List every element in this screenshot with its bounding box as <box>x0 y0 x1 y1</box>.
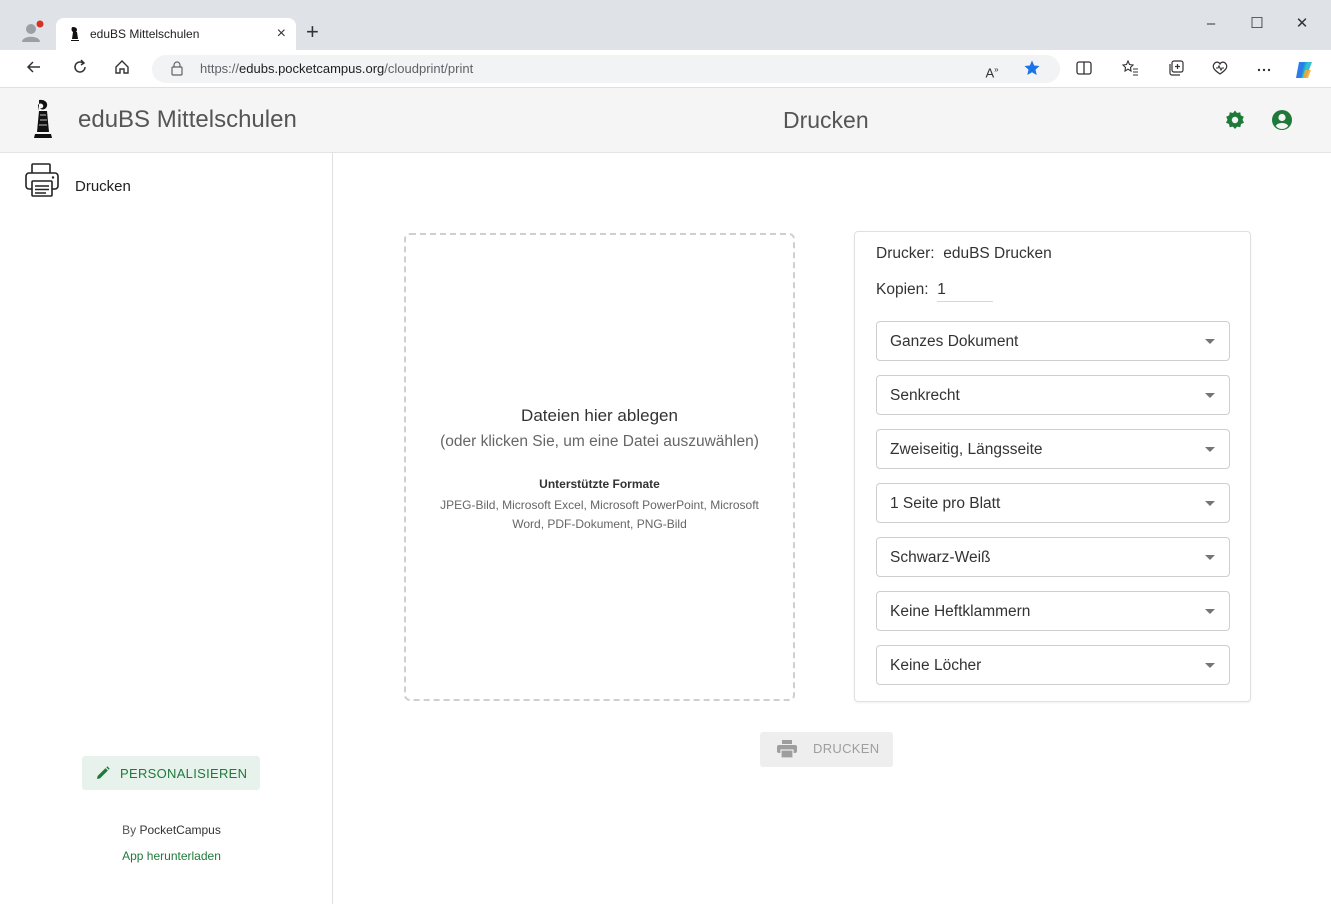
back-arrow-icon[interactable] <box>22 58 46 80</box>
collections-icon[interactable] <box>1164 59 1188 81</box>
profile-icon[interactable] <box>20 20 46 46</box>
printer-label: Drucker: <box>876 245 935 262</box>
pencil-icon <box>96 766 110 780</box>
page-title: Drucken <box>783 107 869 133</box>
select-value: 1 Seite pro Blatt <box>890 495 1001 512</box>
close-window-button[interactable]: ✕ <box>1287 14 1317 34</box>
supported-formats-list: JPEG-Bild, Microsoft Excel, Microsoft Po… <box>440 498 759 531</box>
punch-select[interactable]: Keine Löcher <box>876 645 1230 685</box>
tab-title: eduBS Mittelschulen <box>90 27 200 41</box>
maximize-button[interactable]: ☐ <box>1242 14 1272 34</box>
more-menu-icon[interactable] <box>1252 59 1276 81</box>
printer-value[interactable]: eduBS Drucken <box>943 245 1052 262</box>
tab-close-icon[interactable]: × <box>277 24 286 44</box>
print-button-label: DRUCKEN <box>813 741 880 756</box>
settings-gear-icon[interactable] <box>1224 109 1246 131</box>
browser-essentials-icon[interactable] <box>1208 59 1232 81</box>
sidebar-item-drucken[interactable]: Drucken <box>20 161 320 201</box>
supported-formats-heading: Unterstützte Formate <box>539 477 660 491</box>
browser-tab[interactable]: eduBS Mittelschulen × <box>56 18 296 50</box>
personalize-button[interactable]: PERSONALISIEREN <box>82 756 260 790</box>
print-settings-card: Drucker: eduBS Drucken Kopien: 1 Ganzes … <box>854 231 1251 702</box>
new-tab-button[interactable]: + <box>306 20 319 44</box>
by-pocketcampus: By PocketCampus <box>0 823 343 837</box>
copies-input[interactable]: 1 <box>937 281 994 302</box>
print-button[interactable]: DRUCKEN <box>760 732 893 767</box>
copies-label: Kopien: <box>876 281 929 298</box>
site-info-icon[interactable] <box>170 61 184 77</box>
pages-per-sheet-select[interactable]: 1 Seite pro Blatt <box>876 483 1230 523</box>
caret-down-icon <box>1205 447 1215 452</box>
url-path: /cloudprint/print <box>384 61 474 76</box>
url-text: https://edubs.pocketcampus.org/cloudprin… <box>200 61 473 76</box>
url-prefix: https:// <box>200 61 240 76</box>
user-account-icon[interactable] <box>1271 109 1293 131</box>
caret-down-icon <box>1205 501 1215 506</box>
duplex-select[interactable]: Zweiseitig, Längsseite <box>876 429 1230 469</box>
select-value: Ganzes Dokument <box>890 333 1019 350</box>
dropzone-subtitle: (oder klicken Sie, um eine Datei auszuwä… <box>440 433 759 450</box>
select-value: Keine Löcher <box>890 657 982 674</box>
printer-icon <box>24 161 60 199</box>
select-value: Schwarz-Weiß <box>890 549 991 566</box>
by-prefix: By <box>122 823 140 837</box>
url-host: edubs.pocketcampus.org <box>239 61 385 76</box>
file-dropzone[interactable]: Dateien hier ablegen (oder klicken Sie, … <box>404 233 795 701</box>
select-value: Keine Heftklammern <box>890 603 1031 620</box>
browser-tab-bar: eduBS Mittelschulen × + – ☐ ✕ <box>0 0 1331 50</box>
caret-down-icon <box>1205 393 1215 398</box>
baselstab-logo-icon <box>30 98 56 140</box>
sidebar-item-label: Drucken <box>75 178 131 195</box>
home-icon[interactable] <box>110 58 134 80</box>
browser-address-bar: https://edubs.pocketcampus.org/cloudprin… <box>0 50 1331 88</box>
printer-icon <box>777 740 797 759</box>
caret-down-icon <box>1205 663 1215 668</box>
url-field[interactable]: https://edubs.pocketcampus.org/cloudprin… <box>152 55 1060 83</box>
minimize-button[interactable]: – <box>1196 14 1226 34</box>
copies-row: Kopien: 1 <box>876 281 994 302</box>
copilot-icon[interactable] <box>1292 59 1316 81</box>
app-title: eduBS Mittelschulen <box>78 106 297 133</box>
app-header: eduBS Mittelschulen Drucken <box>0 88 1331 153</box>
favorite-star-icon[interactable] <box>1020 59 1044 81</box>
personalize-label: PERSONALISIEREN <box>120 766 248 781</box>
favorites-icon[interactable] <box>1118 59 1142 81</box>
sidebar: Drucken PERSONALISIEREN By PocketCampus … <box>0 153 333 904</box>
page-range-select[interactable]: Ganzes Dokument <box>876 321 1230 361</box>
color-mode-select[interactable]: Schwarz-Weiß <box>876 537 1230 577</box>
caret-down-icon <box>1205 339 1215 344</box>
by-name[interactable]: PocketCampus <box>139 823 220 837</box>
caret-down-icon <box>1205 555 1215 560</box>
app-download-link[interactable]: App herunterladen <box>0 849 343 863</box>
select-value: Zweiseitig, Längsseite <box>890 441 1043 458</box>
read-aloud-icon[interactable]: A» <box>980 59 1004 81</box>
printer-row: Drucker: eduBS Drucken <box>876 245 1052 263</box>
dropzone-title: Dateien hier ablegen <box>521 406 678 425</box>
orientation-select[interactable]: Senkrecht <box>876 375 1230 415</box>
split-screen-icon[interactable] <box>1072 59 1096 81</box>
reload-icon[interactable] <box>68 58 92 80</box>
baselstab-favicon-icon <box>68 26 82 42</box>
staple-select[interactable]: Keine Heftklammern <box>876 591 1230 631</box>
caret-down-icon <box>1205 609 1215 614</box>
select-value: Senkrecht <box>890 387 960 404</box>
